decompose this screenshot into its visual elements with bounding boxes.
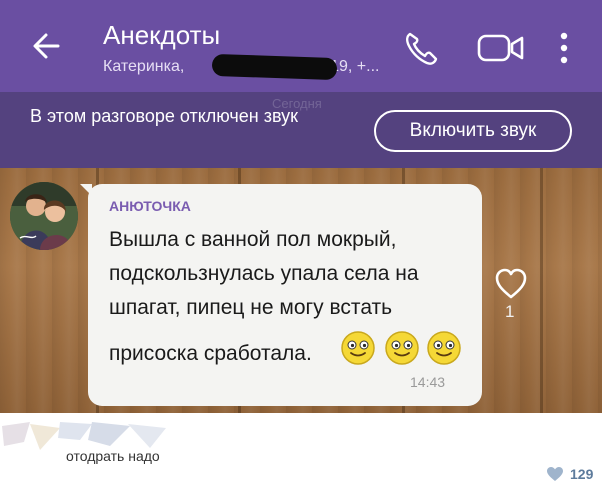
plank-seam (540, 168, 543, 413)
like-message-button[interactable] (494, 268, 528, 300)
call-button[interactable] (401, 28, 441, 68)
back-button[interactable] (28, 28, 64, 64)
video-camera-icon (477, 34, 524, 62)
message-bubble[interactable] (88, 184, 482, 406)
smiley-face-icon (341, 331, 375, 365)
heart-icon[interactable] (546, 466, 564, 482)
message-text-line: Вышла с ванной пол мокрый, (109, 228, 397, 251)
message-text-line: шпагат, пипец не могу встать (109, 296, 393, 319)
sender-avatar[interactable] (10, 182, 78, 250)
screen: Анекдоты Катеринка, 719, +... Сегодня В … (0, 0, 602, 491)
smiley-face-icon (385, 331, 419, 365)
video-call-button[interactable] (476, 30, 526, 66)
chat-title[interactable]: Анекдоты (103, 20, 220, 51)
avatar-photo (10, 182, 78, 250)
more-vertical-icon (560, 32, 568, 64)
smiley-face-icon (427, 331, 461, 365)
comment-text: отодрать надо (66, 448, 160, 464)
comment-like-count[interactable]: 129 (570, 466, 593, 482)
message-like-count: 1 (505, 302, 515, 321)
muted-notice: В этом разговоре отключен звук (30, 106, 299, 126)
message-text-line: присоска сработала. (109, 342, 312, 365)
message-text-line: подскользнулась упала села на (109, 262, 419, 285)
participant-name: Катеринка, (103, 58, 185, 75)
phone-icon (406, 32, 438, 65)
sender-name[interactable]: АНЮТОЧКА (109, 198, 191, 214)
heart-outline-icon (495, 268, 527, 299)
redaction-mark (211, 53, 338, 81)
arrow-left-icon (33, 33, 60, 59)
more-options-button[interactable] (554, 30, 574, 66)
message-time: 14:43 (410, 374, 446, 390)
unmute-button[interactable]: Включить звук (374, 110, 572, 152)
